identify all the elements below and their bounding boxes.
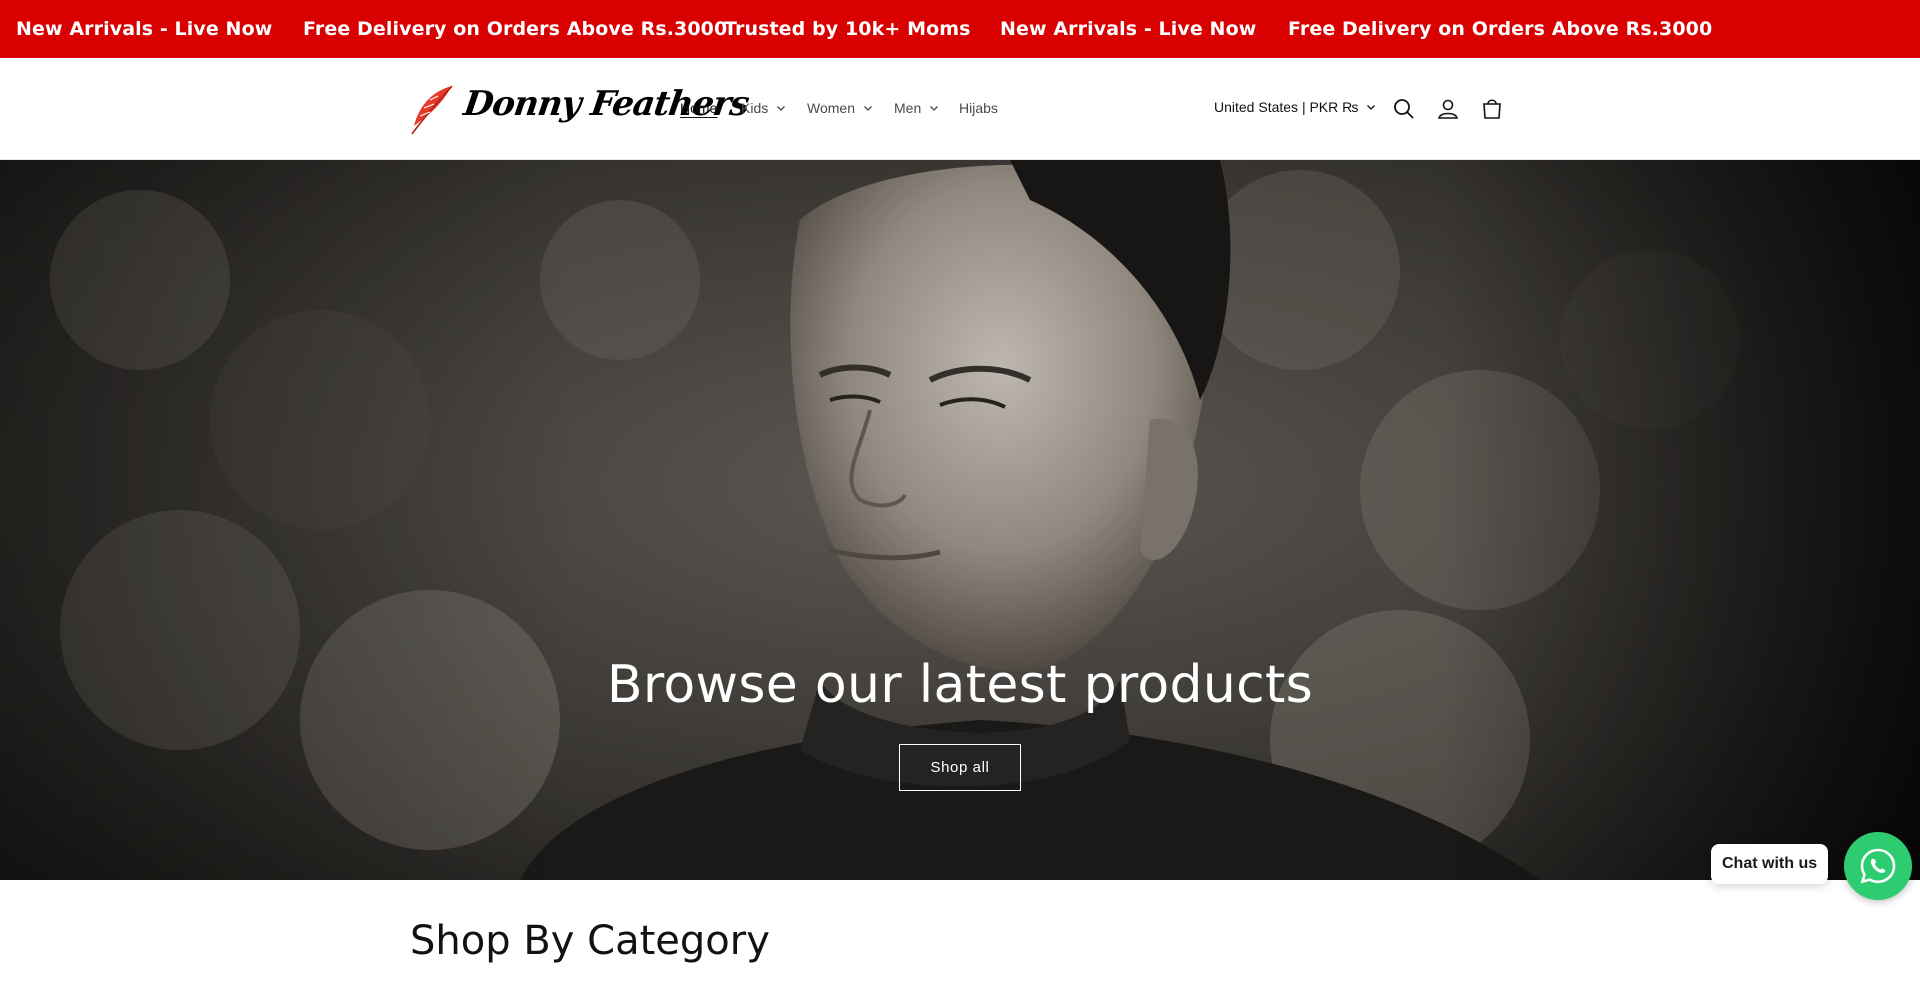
nav-label: Women bbox=[807, 100, 855, 116]
nav-label: Home bbox=[680, 100, 718, 116]
chevron-down-icon bbox=[930, 106, 939, 111]
nav-kids[interactable]: Kids bbox=[741, 100, 786, 116]
shop-all-button[interactable]: Shop all bbox=[899, 744, 1021, 791]
announcement-message: New Arrivals - Live Now bbox=[16, 18, 273, 40]
chat-with-us-label[interactable]: Chat with us bbox=[1711, 844, 1829, 884]
site-header: Donny Feathers Home Kids Women Men Hijab… bbox=[0, 58, 1920, 160]
hero-banner: Browse our latest products Shop all bbox=[0, 160, 1920, 880]
section-title: Shop By Category bbox=[410, 918, 770, 964]
nav-label: Hijabs bbox=[959, 100, 998, 116]
country-currency-selector[interactable]: United States | PKR ₨ bbox=[1214, 99, 1376, 115]
cart-icon[interactable] bbox=[1479, 96, 1505, 122]
nav-hijabs[interactable]: Hijabs bbox=[959, 100, 998, 116]
announcement-message: Trusted by 10k+ Moms bbox=[724, 18, 971, 40]
announcement-message: Free Delivery on Orders Above Rs.3000 bbox=[1288, 18, 1713, 40]
logo-link[interactable]: Donny Feathers bbox=[408, 78, 751, 140]
nav-women[interactable]: Women bbox=[807, 100, 873, 116]
hero-title: Browse our latest products bbox=[606, 655, 1314, 715]
nav-home[interactable]: Home bbox=[680, 100, 717, 116]
announcement-message: New Arrivals - Live Now bbox=[1000, 18, 1257, 40]
chevron-down-icon bbox=[1367, 105, 1376, 110]
announcement-message: Free Delivery on Orders Above Rs.3000 bbox=[303, 18, 728, 40]
chevron-down-icon bbox=[777, 106, 786, 111]
nav-label: Kids bbox=[741, 100, 769, 116]
feather-icon bbox=[408, 84, 456, 136]
account-icon[interactable] bbox=[1435, 96, 1461, 122]
whatsapp-chat-button[interactable] bbox=[1844, 832, 1912, 900]
announcement-bar: New Arrivals - Live Now Free Delivery on… bbox=[0, 0, 1920, 58]
nav-men[interactable]: Men bbox=[894, 100, 939, 116]
nav-label: Men bbox=[894, 100, 922, 116]
locale-label: United States | PKR ₨ bbox=[1214, 99, 1359, 115]
search-icon[interactable] bbox=[1391, 96, 1417, 122]
whatsapp-icon bbox=[1860, 848, 1896, 884]
chevron-down-icon bbox=[864, 106, 872, 111]
